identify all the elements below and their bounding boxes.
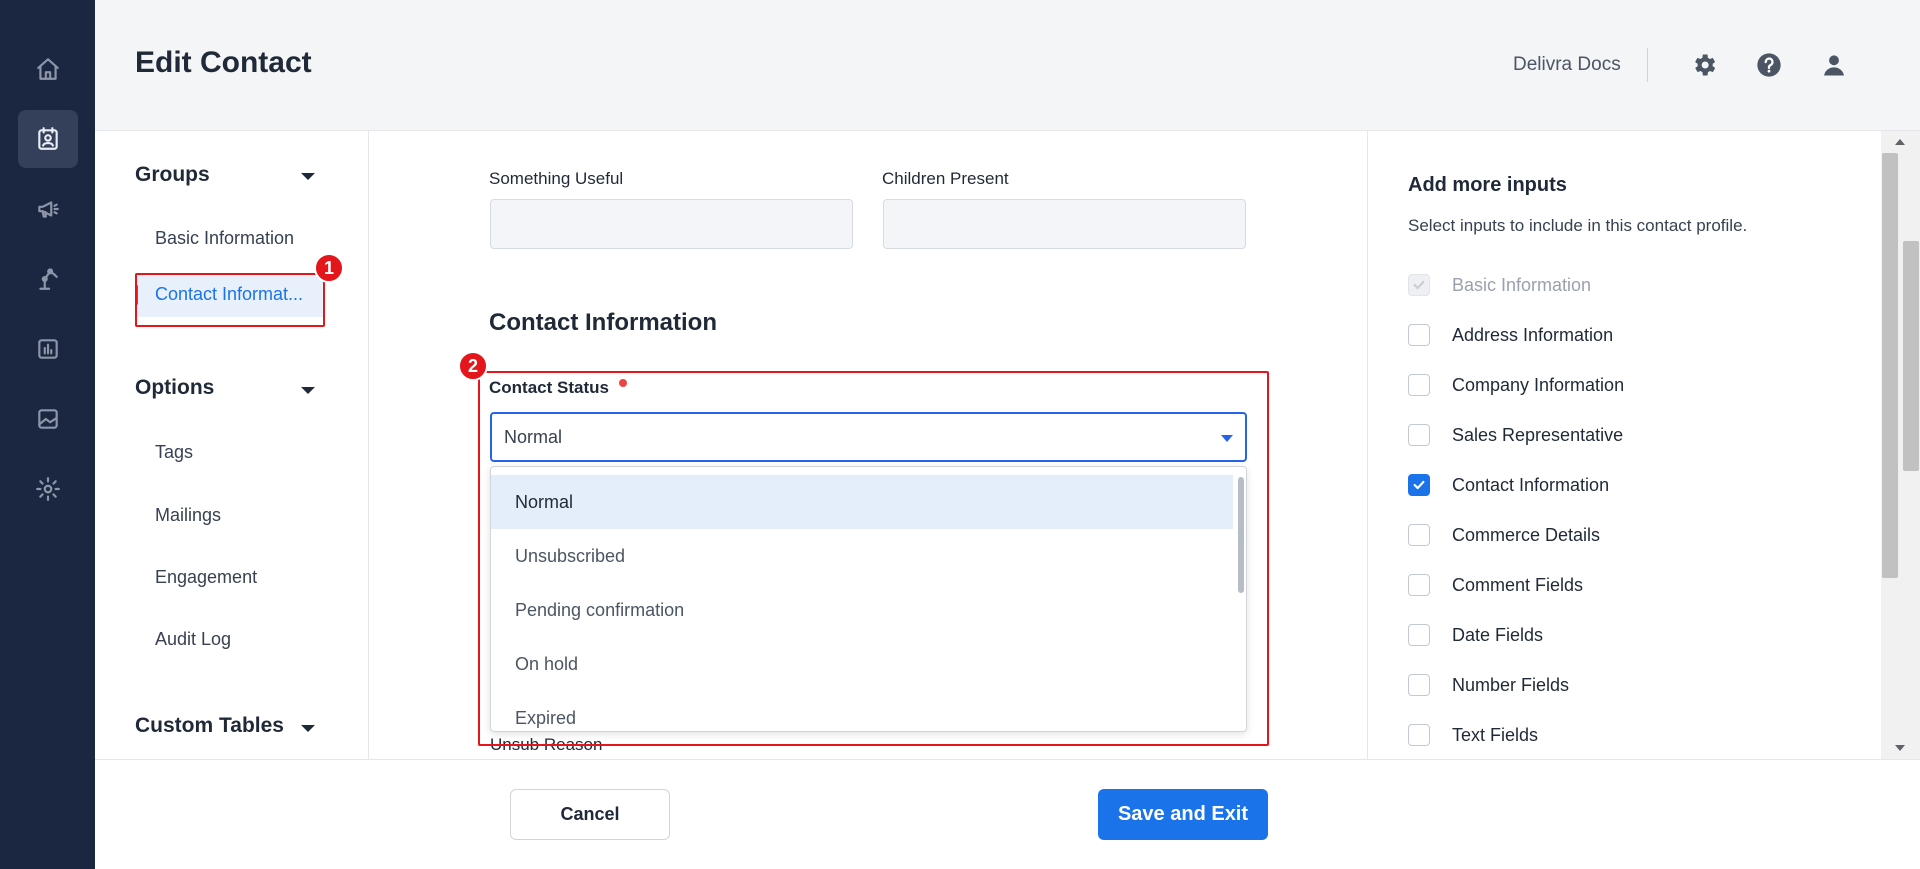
input-option-comment-fields[interactable]: Comment Fields — [1408, 571, 1583, 599]
docs-link[interactable]: Delivra Docs — [1513, 54, 1621, 76]
input-option-company-information[interactable]: Company Information — [1408, 371, 1624, 399]
chevron-down-icon[interactable] — [301, 173, 315, 180]
input-option-commerce-details[interactable]: Commerce Details — [1408, 521, 1600, 549]
section-title: Contact Information — [489, 309, 717, 336]
checkbox-label[interactable]: Date Fields — [1452, 625, 1543, 646]
options-heading[interactable]: Options — [135, 376, 214, 400]
input-option-sales-representative[interactable]: Sales Representative — [1408, 421, 1623, 449]
footer-bar: Cancel Save and Exit — [95, 759, 1920, 869]
annotation-badge-2: 2 — [458, 351, 488, 381]
megaphone-icon[interactable] — [18, 180, 78, 238]
checkbox[interactable] — [1408, 524, 1430, 546]
input-option-address-information[interactable]: Address Information — [1408, 321, 1613, 349]
scroll-up-icon[interactable] — [1895, 139, 1905, 145]
checkbox-checked[interactable] — [1408, 474, 1430, 496]
help-icon[interactable] — [1752, 48, 1786, 82]
input-option-text-fields[interactable]: Text Fields — [1408, 721, 1538, 749]
add-inputs-subtitle: Select inputs to include in this contact… — [1408, 216, 1748, 235]
automation-icon[interactable] — [18, 250, 78, 308]
header-divider — [1647, 48, 1648, 82]
group-item-audit-log[interactable]: Audit Log — [155, 629, 231, 650]
group-item-engagement[interactable]: Engagement — [155, 567, 257, 588]
groups-panel: Groups Basic Information Contact Informa… — [95, 131, 369, 759]
checkbox-label: Basic Information — [1452, 274, 1592, 295]
group-item-tags[interactable]: Tags — [155, 442, 193, 463]
group-item-basic-information[interactable]: Basic Information — [155, 228, 294, 249]
home-icon[interactable] — [18, 40, 78, 98]
chevron-down-icon[interactable] — [301, 725, 315, 732]
checkbox-label[interactable]: Commerce Details — [1452, 525, 1600, 546]
add-inputs-title: Add more inputs — [1408, 174, 1567, 196]
annotation-box-1 — [135, 273, 325, 327]
checkbox-label[interactable]: Company Information — [1452, 375, 1624, 396]
save-and-exit-button[interactable]: Save and Exit — [1098, 789, 1268, 840]
checkbox-label[interactable]: Contact Information — [1452, 475, 1609, 496]
checkbox — [1408, 274, 1430, 296]
gear-icon[interactable] — [1687, 48, 1721, 82]
checkbox[interactable] — [1408, 674, 1430, 696]
page-scrollbar[interactable] — [1881, 131, 1920, 759]
input-option-basic-information: Basic Information — [1408, 271, 1591, 299]
user-icon[interactable] — [1817, 48, 1851, 82]
scroll-down-icon[interactable] — [1895, 745, 1905, 751]
image-icon[interactable] — [18, 390, 78, 448]
group-item-mailings[interactable]: Mailings — [155, 505, 221, 526]
checkbox[interactable] — [1408, 424, 1430, 446]
contacts-icon[interactable] — [18, 110, 78, 168]
reports-icon[interactable] — [18, 320, 78, 378]
checkbox-label[interactable]: Comment Fields — [1452, 575, 1583, 596]
settings-icon[interactable] — [18, 460, 78, 518]
input-option-date-fields[interactable]: Date Fields — [1408, 621, 1543, 649]
chevron-down-icon[interactable] — [301, 387, 315, 394]
checkbox-label[interactable]: Sales Representative — [1452, 425, 1623, 446]
nav-rail — [0, 0, 95, 869]
cancel-button[interactable]: Cancel — [510, 789, 670, 840]
checkbox-label[interactable]: Number Fields — [1452, 675, 1569, 696]
input-option-number-fields[interactable]: Number Fields — [1408, 671, 1569, 699]
page-title: Edit Contact — [135, 46, 312, 79]
checkbox[interactable] — [1408, 374, 1430, 396]
scrollbar-thumb-outer[interactable] — [1903, 241, 1919, 471]
checkbox[interactable] — [1408, 724, 1430, 746]
input-option-contact-information[interactable]: Contact Information — [1408, 471, 1609, 499]
checkbox-label[interactable]: Address Information — [1452, 325, 1613, 346]
checkbox[interactable] — [1408, 624, 1430, 646]
annotation-badge-1: 1 — [314, 253, 344, 283]
custom-tables-heading[interactable]: Custom Tables — [135, 714, 284, 738]
groups-heading[interactable]: Groups — [135, 163, 210, 187]
checkbox[interactable] — [1408, 574, 1430, 596]
scrollbar-thumb[interactable] — [1882, 153, 1898, 578]
page-header: Edit Contact Delivra Docs — [95, 0, 1920, 131]
checkbox[interactable] — [1408, 324, 1430, 346]
something-useful-label: Something Useful — [489, 169, 624, 188]
something-useful-input[interactable] — [490, 199, 853, 249]
checkbox-label[interactable]: Text Fields — [1452, 725, 1538, 746]
annotation-box-2 — [478, 371, 1269, 746]
add-inputs-panel: Add more inputs Select inputs to include… — [1367, 131, 1881, 759]
children-present-input[interactable] — [883, 199, 1246, 249]
children-present-label: Children Present — [882, 169, 1009, 188]
